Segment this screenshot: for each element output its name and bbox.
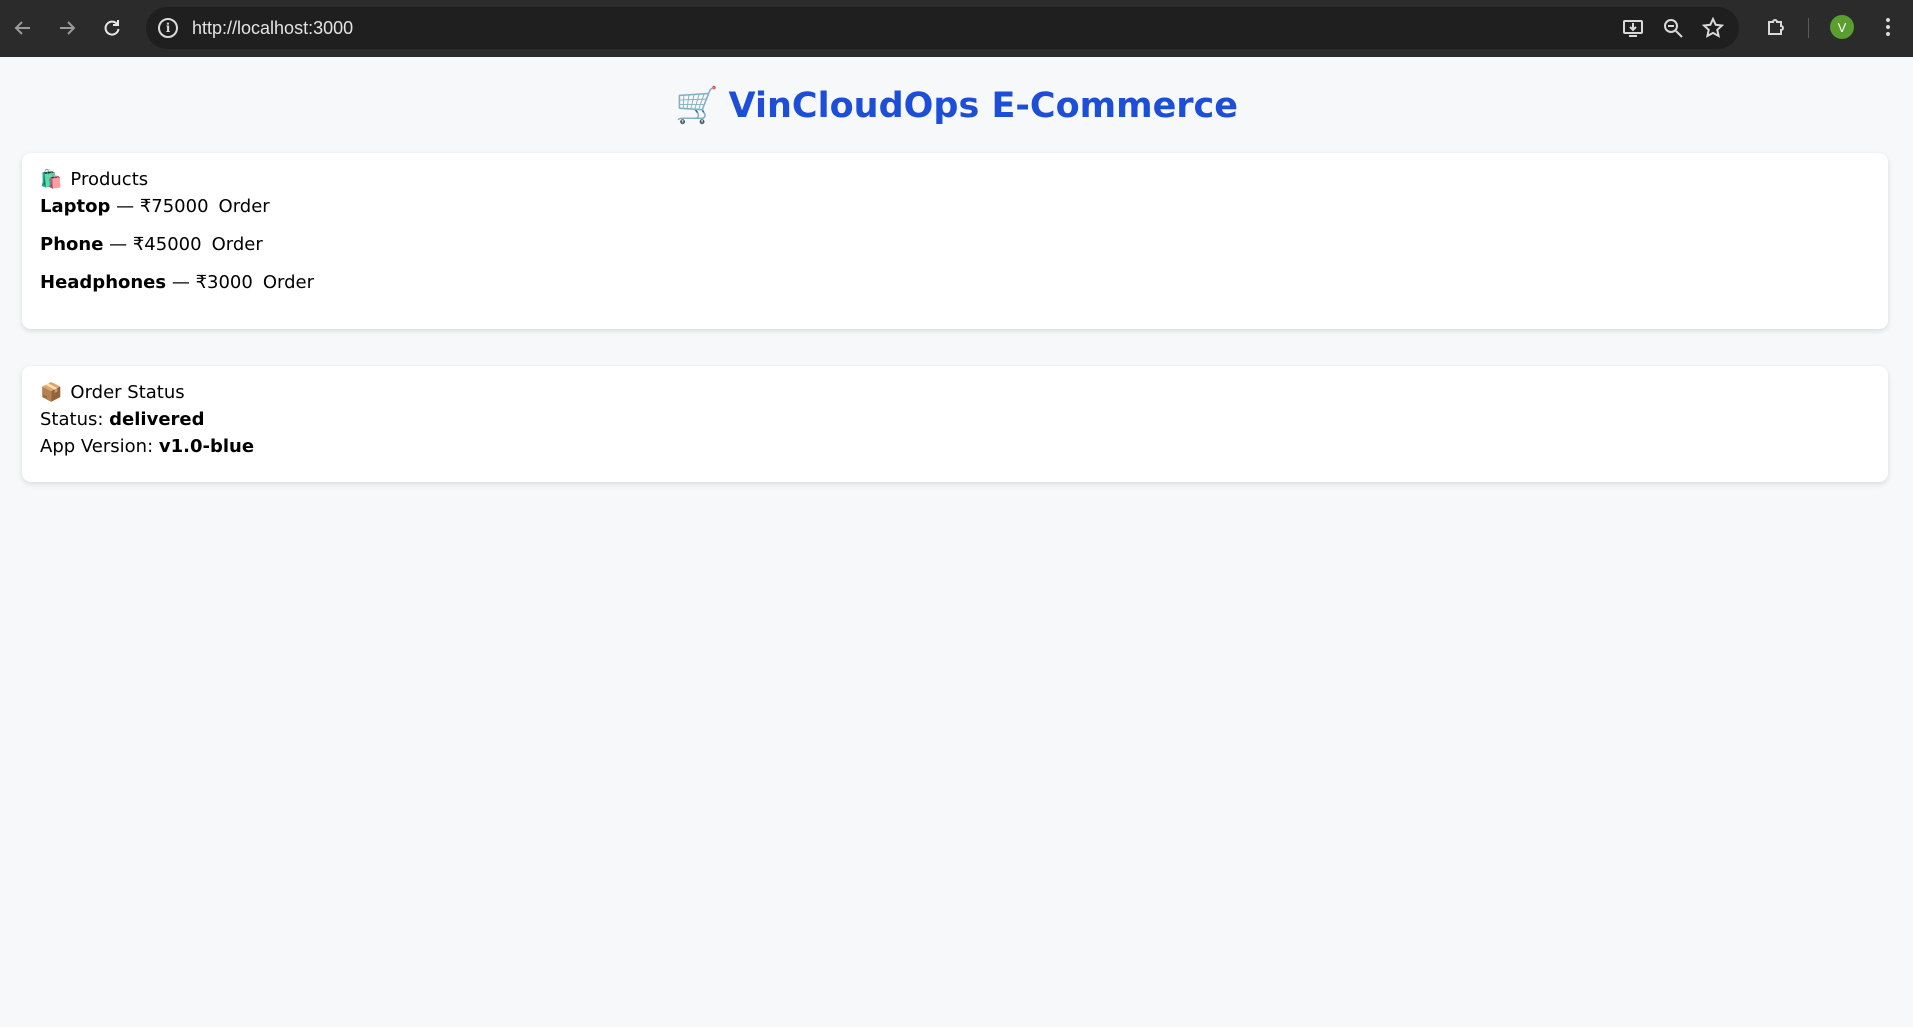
zoom-button[interactable] [1661, 16, 1685, 40]
browser-toolbar: i http://localhost:3000 V [0, 0, 1913, 57]
arrow-left-icon [14, 21, 30, 35]
app-version-value: v1.0-blue [158, 436, 255, 457]
more-vertical-icon [1886, 18, 1890, 36]
product-name: Laptop [40, 196, 111, 217]
product-separator: — [110, 196, 140, 217]
reload-button[interactable] [96, 12, 128, 44]
forward-button[interactable] [51, 12, 83, 44]
product-row-laptop: Laptop — ₹75000 Order [40, 196, 1870, 218]
order-button-phone[interactable]: Order [212, 234, 263, 255]
address-bar[interactable]: i http://localhost:3000 [146, 7, 1739, 49]
install-icon [1623, 20, 1643, 37]
app-version-line: App Version: v1.0-blue [40, 436, 1870, 458]
order-status-card: 📦 Order Status Status: delivered App Vers… [22, 366, 1888, 482]
status-label: Status: [40, 409, 110, 430]
site-info-icon[interactable]: i [158, 18, 178, 38]
order-status-heading-text: Order Status [70, 382, 185, 403]
order-status-heading: 📦 Order Status [40, 382, 1870, 404]
shopping-bags-icon: 🛍️ [40, 169, 63, 190]
product-price: ₹75000 [139, 196, 209, 217]
product-price: ₹45000 [132, 234, 202, 255]
install-app-button[interactable] [1621, 16, 1645, 40]
products-heading-text: Products [70, 169, 149, 190]
product-separator: — [166, 272, 196, 293]
product-row-headphones: Headphones — ₹3000 Order [40, 272, 1870, 294]
puzzle-icon [1768, 19, 1784, 35]
arrow-right-icon [60, 21, 76, 35]
product-separator: — [103, 234, 133, 255]
page-title-text: VinCloudOps E-Commerce [728, 86, 1239, 126]
product-name: Phone [40, 234, 104, 255]
bookmark-button[interactable] [1701, 16, 1725, 40]
product-price: ₹3000 [195, 272, 253, 293]
order-button-headphones[interactable]: Order [263, 272, 314, 293]
page-title: 🛒 VinCloudOps E-Commerce [0, 85, 1913, 126]
app-version-label: App Version: [40, 436, 159, 457]
order-button-laptop[interactable]: Order [219, 196, 270, 217]
toolbar-divider [1808, 18, 1809, 38]
product-list: Laptop — ₹75000 Order Phone — ₹45000 Order… [40, 196, 1870, 294]
browser-menu-button[interactable] [1876, 14, 1900, 40]
url-text[interactable]: http://localhost:3000 [192, 18, 353, 39]
extensions-button[interactable] [1763, 14, 1789, 40]
status-value: delivered [109, 409, 205, 430]
back-button[interactable] [7, 12, 39, 44]
product-row-phone: Phone — ₹45000 Order [40, 234, 1870, 256]
products-card: 🛍️ Products Laptop — ₹75000 Order Phone — … [22, 153, 1888, 329]
page-content: 🛒 VinCloudOps E-Commerce 🛍️ Products Lapto… [0, 57, 1913, 1027]
products-heading: 🛍️ Products [40, 169, 1870, 191]
profile-avatar[interactable]: V [1830, 15, 1854, 39]
status-line: Status: delivered [40, 409, 1870, 431]
package-icon: 📦 [40, 382, 63, 403]
reload-icon [104, 20, 120, 36]
star-icon [1702, 17, 1724, 38]
shopping-cart-icon: 🛒 [674, 86, 719, 126]
product-name: Headphones [40, 272, 167, 293]
zoom-out-icon [1664, 19, 1683, 38]
